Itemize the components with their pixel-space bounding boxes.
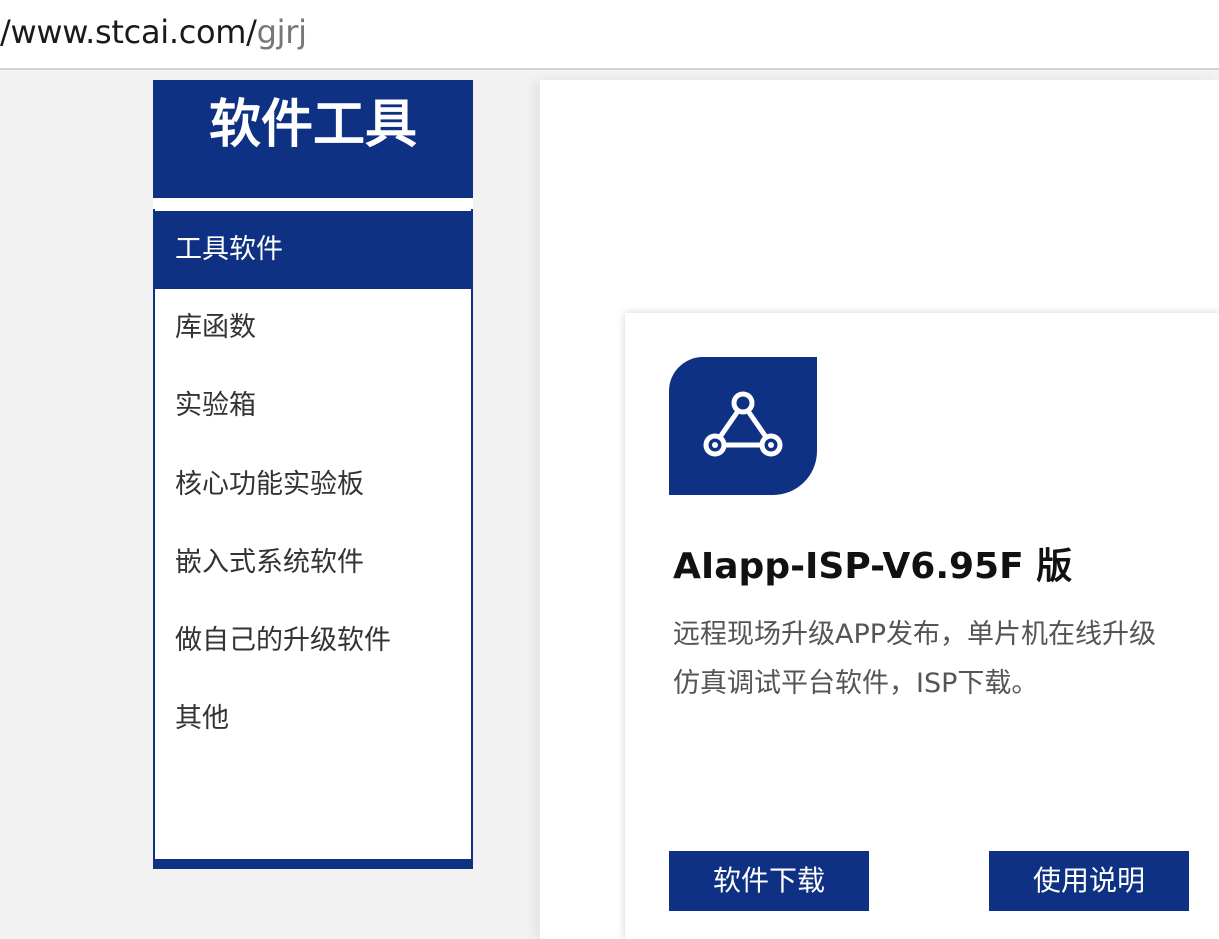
- url-path: gjrj: [256, 13, 307, 51]
- card-title: AIapp-ISP-V6.95F 版: [673, 546, 1073, 587]
- sidebar-header: 软件工具: [153, 80, 473, 198]
- card-description-line-2: 仿真调试平台软件，ISP下载。: [673, 668, 1039, 699]
- card-description: 远程现场升级APP发布，单片机在线升级 仿真调试平台软件，ISP下载。: [673, 610, 1213, 708]
- share-network-icon: [703, 391, 783, 457]
- url-host: /www.stcai.com/: [0, 13, 257, 51]
- sidebar-item-core-board[interactable]: 核心功能实验板: [155, 446, 471, 524]
- sidebar-footer-bar: [153, 859, 473, 869]
- browser-address-bar[interactable]: /www.stcai.com/gjrj: [0, 0, 1219, 70]
- card-icon-badge: [669, 357, 817, 495]
- manual-button[interactable]: 使用说明: [989, 851, 1189, 911]
- card-description-line-1: 远程现场升级APP发布，单片机在线升级: [673, 619, 1157, 650]
- sidebar-item-lab-box[interactable]: 实验箱: [155, 367, 471, 445]
- sidebar-item-tool-software[interactable]: 工具软件: [155, 211, 471, 289]
- sidebar-title: 软件工具: [208, 95, 417, 155]
- sidebar: 软件工具 工具软件 库函数 实验箱 核心功能实验板 嵌入式系统软件 做自己的升级…: [153, 80, 473, 869]
- software-card: AIapp-ISP-V6.95F 版 远程现场升级APP发布，单片机在线升级 仿…: [625, 313, 1219, 939]
- download-button[interactable]: 软件下载: [669, 851, 869, 911]
- sidebar-item-own-upgrade-software[interactable]: 做自己的升级软件: [155, 602, 471, 680]
- sidebar-item-other[interactable]: 其他: [155, 680, 471, 758]
- sidebar-item-library-functions[interactable]: 库函数: [155, 289, 471, 367]
- sidebar-nav: 工具软件 库函数 实验箱 核心功能实验板 嵌入式系统软件 做自己的升级软件 其他: [153, 209, 473, 859]
- sidebar-item-embedded-software[interactable]: 嵌入式系统软件: [155, 524, 471, 602]
- url-text[interactable]: /www.stcai.com/gjrj: [0, 10, 307, 54]
